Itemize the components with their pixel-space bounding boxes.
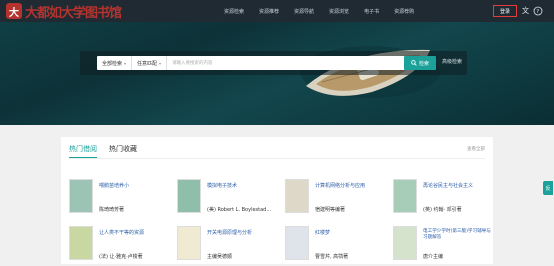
tab-hot-borrow[interactable]: 热门借阅 (69, 144, 97, 158)
menu-item-resource-recommend[interactable]: 资源推荐 (259, 8, 279, 15)
library-logo[interactable]: 大 大都如大学图书馆 (6, 2, 122, 21)
book-cover[interactable] (69, 179, 93, 213)
book-panel: 热门借阅 热门收藏 查看全部 喂鹅苗培养小 陈琦琦芳著 模拟电子技术 (美) R… (61, 137, 493, 264)
book-title[interactable]: 电工学少学时(第三版)学习辅导与习题解答 (423, 229, 491, 241)
book-author: 宿建明等编著 (315, 207, 346, 213)
search-button-label: 检索 (418, 60, 429, 67)
view-all-link[interactable]: 查看全部 (467, 146, 485, 152)
chevron-down-icon: ▾ (124, 60, 127, 66)
book-author: 陈琦琦芳著 (99, 207, 125, 213)
book-card[interactable]: 电工学少学时(第三版)学习辅导与习题解答 唐介主编 (393, 226, 493, 266)
menu-item-resource-navigation[interactable]: 资源导航 (294, 8, 314, 15)
book-cover[interactable] (285, 179, 309, 213)
book-cover[interactable] (393, 179, 417, 213)
book-title[interactable]: 红楼梦 (315, 229, 330, 236)
book-author: (法) 让·雅克·卢梭著 (99, 254, 143, 260)
book-card[interactable]: 模拟电子技术 (美) Robert L. Boylestad... (177, 179, 277, 219)
book-card[interactable]: 计算机网络分析与应用 宿建明等编著 (285, 179, 385, 219)
menu-item-resource-purchase[interactable]: 资源荐购 (394, 8, 414, 15)
book-cover[interactable] (285, 226, 309, 260)
book-author: 唐介主编 (423, 254, 444, 260)
book-card[interactable]: 再论谷民主与社会主义 (英) 约翰· 邓引著 (393, 179, 493, 219)
menu-item-ebook[interactable]: 电子书 (364, 8, 379, 15)
language-icon[interactable]: 文 (520, 5, 531, 16)
main-menu: 资源检索 资源推荐 资源导航 资源浏览 电子书 资源荐购 (224, 0, 429, 22)
svg-text:文: 文 (522, 6, 529, 15)
book-author: (美) Robert L. Boylestad... (207, 207, 272, 213)
book-cover[interactable] (177, 179, 201, 213)
menu-item-resource-browse[interactable]: 资源浏览 (329, 8, 349, 15)
book-card[interactable]: 喂鹅苗培养小 陈琦琦芳著 (69, 179, 169, 219)
login-button[interactable]: 登录 (493, 5, 517, 17)
divider (69, 158, 485, 159)
book-title[interactable]: 让人类不干等的资源 (99, 229, 144, 236)
scope-select[interactable]: 全部检索 ▾ (97, 56, 133, 70)
book-card[interactable]: 开关电源原理与分析 主编吴德顺 (177, 226, 277, 266)
logo-text: 大都如大学图书馆 (25, 5, 122, 21)
top-nav-bar: 大 大都如大学图书馆 资源检索 资源推荐 资源导航 资源浏览 电子书 资源荐购 … (0, 0, 554, 22)
search-input[interactable]: 请输入要搜索的内容 (167, 60, 413, 66)
book-cover[interactable] (393, 226, 417, 260)
book-title[interactable]: 模拟电子技术 (207, 182, 237, 189)
help-icon[interactable]: ? (532, 5, 543, 16)
match-select-value: 任意匹配 (137, 60, 158, 67)
book-author: 主编吴德顺 (207, 254, 233, 260)
book-card[interactable]: 让人类不干等的资源 (法) 让·雅克·卢梭著 (69, 226, 169, 266)
menu-item-resource-search[interactable]: 资源检索 (224, 8, 244, 15)
book-cover[interactable] (177, 226, 201, 260)
book-title[interactable]: 喂鹅苗培养小 (99, 182, 129, 189)
library-seal-icon: 大 (6, 3, 22, 19)
book-author: (英) 约翰· 邓引著 (423, 207, 462, 213)
book-author: 曹雪芹, 高鹗著 (315, 254, 349, 260)
tab-hot-collection[interactable]: 热门收藏 (109, 144, 137, 158)
book-card[interactable]: 红楼梦 曹雪芹, 高鹗著 (285, 226, 385, 266)
book-tabs: 热门借阅 热门收藏 (69, 144, 149, 158)
book-title[interactable]: 开关电源原理与分析 (207, 229, 252, 236)
feedback-side-tab[interactable]: 反 (543, 181, 553, 195)
svg-text:?: ? (536, 9, 539, 15)
search-box: 全部检索 ▾ 任意匹配 ▾ 请输入要搜索的内容 检索 高级检索 (80, 51, 467, 75)
book-title[interactable]: 再论谷民主与社会主义 (423, 182, 473, 189)
hero-banner: 全部检索 ▾ 任意匹配 ▾ 请输入要搜索的内容 检索 高级检索 (0, 22, 554, 125)
search-inner: 全部检索 ▾ 任意匹配 ▾ 请输入要搜索的内容 (97, 56, 413, 70)
scope-select-value: 全部检索 (102, 60, 123, 67)
book-cover[interactable] (69, 226, 93, 260)
search-button[interactable]: 检索 (404, 56, 436, 70)
book-title[interactable]: 计算机网络分析与应用 (315, 182, 365, 189)
advanced-search-link[interactable]: 高级检索 (442, 58, 462, 65)
match-select[interactable]: 任意匹配 ▾ (132, 56, 168, 70)
search-icon (411, 60, 417, 66)
chevron-down-icon: ▾ (159, 60, 162, 66)
